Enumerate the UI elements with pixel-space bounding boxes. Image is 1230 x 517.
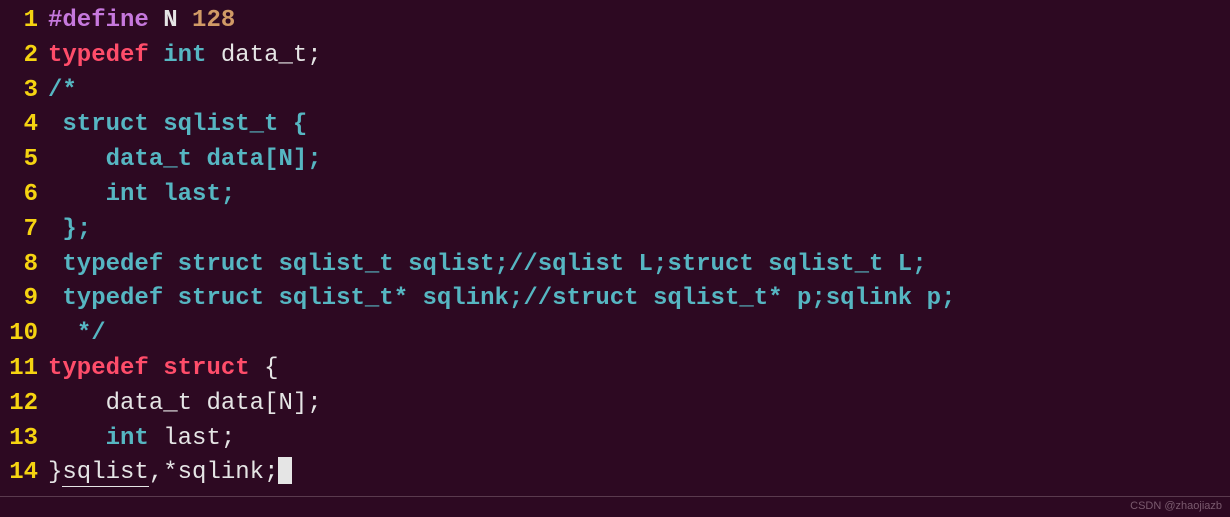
code-line: 5 data_t data[N]; [0,143,1230,178]
code-content: typedef int data_t; [48,39,1230,74]
line-number: 11 [0,352,48,387]
code-content: /* [48,74,1230,109]
line-number: 8 [0,248,48,283]
code-content: int last; [48,422,1230,457]
code-line: 4 struct sqlist_t { [0,108,1230,143]
line-number: 5 [0,143,48,178]
code-line: 3 /* [0,74,1230,109]
code-line: 8 typedef struct sqlist_t sqlist;//sqlis… [0,248,1230,283]
code-content: }sqlist,*sqlink; [48,456,1230,491]
code-content: data_t data[N]; [48,387,1230,422]
code-content: typedef struct { [48,352,1230,387]
code-line: 12 data_t data[N]; [0,387,1230,422]
code-editor[interactable]: 1 #define N 128 2 typedef int data_t; 3 … [0,4,1230,491]
line-number: 6 [0,178,48,213]
code-line: 11 typedef struct { [0,352,1230,387]
code-line: 10 */ [0,317,1230,352]
code-content: data_t data[N]; [48,143,1230,178]
code-line: 13 int last; [0,422,1230,457]
code-line: 14 }sqlist,*sqlink; [0,456,1230,491]
line-number: 4 [0,108,48,143]
line-number: 13 [0,422,48,457]
line-number: 14 [0,456,48,491]
line-number: 2 [0,39,48,74]
code-line: 1 #define N 128 [0,4,1230,39]
code-content: */ [48,317,1230,352]
line-number: 12 [0,387,48,422]
code-content: struct sqlist_t { [48,108,1230,143]
code-content: typedef struct sqlist_t* sqlink;//struct… [48,282,1230,317]
line-number: 1 [0,4,48,39]
text-cursor [278,457,292,484]
code-content: #define N 128 [48,4,1230,39]
code-line: 9 typedef struct sqlist_t* sqlink;//stru… [0,282,1230,317]
line-number: 7 [0,213,48,248]
code-line: 6 int last; [0,178,1230,213]
watermark: CSDN @zhaojiazb [1130,499,1222,515]
line-number: 3 [0,74,48,109]
line-number: 9 [0,282,48,317]
code-content: typedef struct sqlist_t sqlist;//sqlist … [48,248,1230,283]
code-content: int last; [48,178,1230,213]
divider [0,496,1230,497]
code-line: 7 }; [0,213,1230,248]
code-line: 2 typedef int data_t; [0,39,1230,74]
line-number: 10 [0,317,48,352]
code-content: }; [48,213,1230,248]
